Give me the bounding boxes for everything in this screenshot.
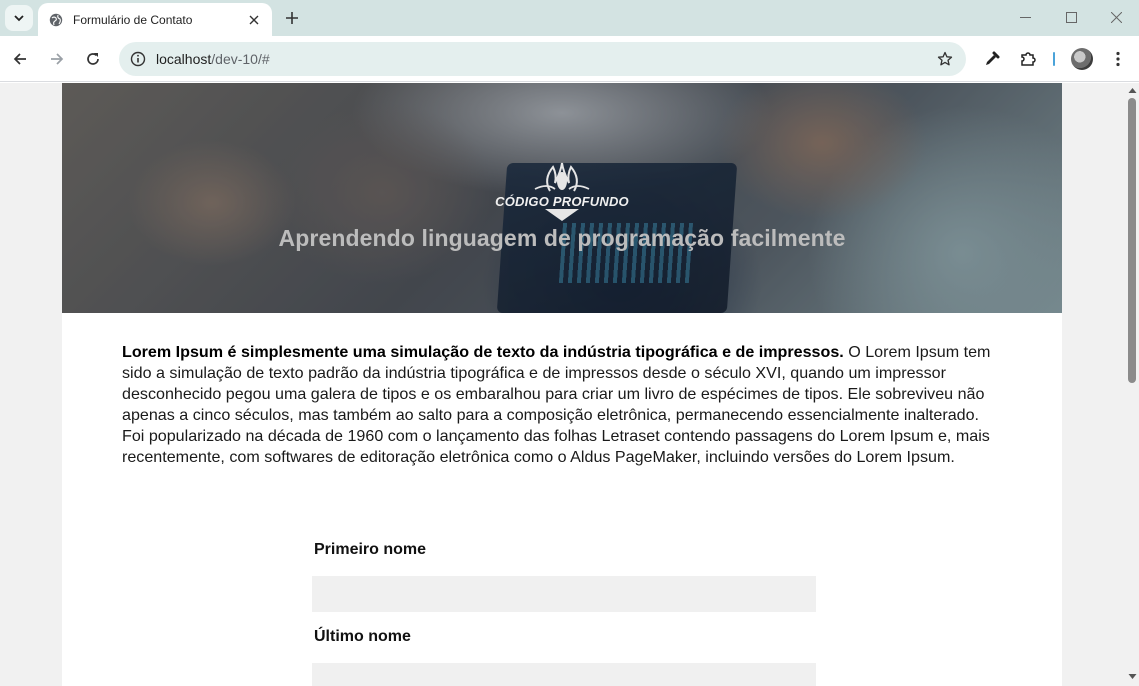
- intro-paragraph: Lorem Ipsum é simplesmente uma simulação…: [122, 342, 1002, 468]
- tab-search-button[interactable]: [5, 5, 33, 31]
- address-bar[interactable]: localhost/dev-10/#: [119, 42, 966, 76]
- profile-avatar[interactable]: [1071, 48, 1093, 70]
- tab-strip: Formulário de Contato: [0, 0, 1139, 36]
- scrollbar-thumb[interactable]: [1128, 98, 1136, 383]
- reload-button[interactable]: [79, 45, 107, 73]
- minimize-icon: [1019, 16, 1031, 18]
- page-scrollbar[interactable]: [1126, 83, 1139, 686]
- reload-icon: [87, 53, 99, 65]
- first-name-label: Primeiro nome: [314, 541, 427, 558]
- plus-icon: [286, 12, 298, 24]
- hero-title: Aprendendo linguagem de programação faci…: [278, 225, 846, 251]
- page-content: CÓDIGO PROFUNDO Aprendendo linguagem de …: [62, 83, 1062, 686]
- new-tab-button[interactable]: [280, 6, 304, 30]
- menu-icon[interactable]: [1104, 45, 1132, 73]
- url-host: localhost: [156, 51, 212, 67]
- back-button[interactable]: [6, 45, 34, 73]
- toolbar-divider: [1053, 52, 1055, 66]
- maximize-button[interactable]: [1048, 4, 1094, 30]
- first-name-input[interactable]: [312, 576, 816, 612]
- intro-text: O Lorem Ipsum tem sido a simulação de te…: [122, 343, 991, 466]
- scroll-up-icon[interactable]: [1128, 86, 1137, 95]
- hero-banner: CÓDIGO PROFUNDO Aprendendo linguagem de …: [62, 83, 1062, 313]
- last-name-input[interactable]: [312, 663, 816, 686]
- minimize-button[interactable]: [1002, 4, 1048, 30]
- globe-icon: [48, 12, 64, 28]
- extensions-icon[interactable]: [1014, 45, 1042, 73]
- close-icon[interactable]: [244, 10, 264, 30]
- tab-search-icon: [14, 15, 24, 22]
- tab-title: Formulário de Contato: [73, 12, 193, 27]
- logo-emblem-icon: [534, 162, 590, 221]
- scroll-down-icon[interactable]: [1128, 672, 1137, 681]
- active-tab[interactable]: Formulário de Contato: [38, 3, 272, 36]
- intro-bold: Lorem Ipsum é simplesmente uma simulação…: [122, 343, 844, 361]
- forward-button[interactable]: [43, 45, 71, 73]
- logo-name: CÓDIGO PROFUNDO: [495, 194, 629, 209]
- forward-icon: [51, 53, 64, 65]
- back-icon: [13, 53, 26, 65]
- maximize-icon: [1065, 11, 1077, 23]
- star-icon[interactable]: [930, 44, 960, 74]
- eyedropper-icon[interactable]: [978, 45, 1006, 73]
- site-logo[interactable]: CÓDIGO PROFUNDO: [495, 161, 629, 225]
- window-close-icon: [1110, 11, 1122, 23]
- window-close-button[interactable]: [1093, 4, 1139, 30]
- browser-toolbar: localhost/dev-10/#: [0, 36, 1139, 82]
- site-info-icon[interactable]: [127, 48, 149, 70]
- url-path: /dev-10/#: [211, 51, 270, 67]
- page-viewport: CÓDIGO PROFUNDO Aprendendo linguagem de …: [0, 83, 1126, 686]
- last-name-label: Último nome: [314, 628, 411, 645]
- url-text[interactable]: localhost/dev-10/#: [156, 51, 930, 67]
